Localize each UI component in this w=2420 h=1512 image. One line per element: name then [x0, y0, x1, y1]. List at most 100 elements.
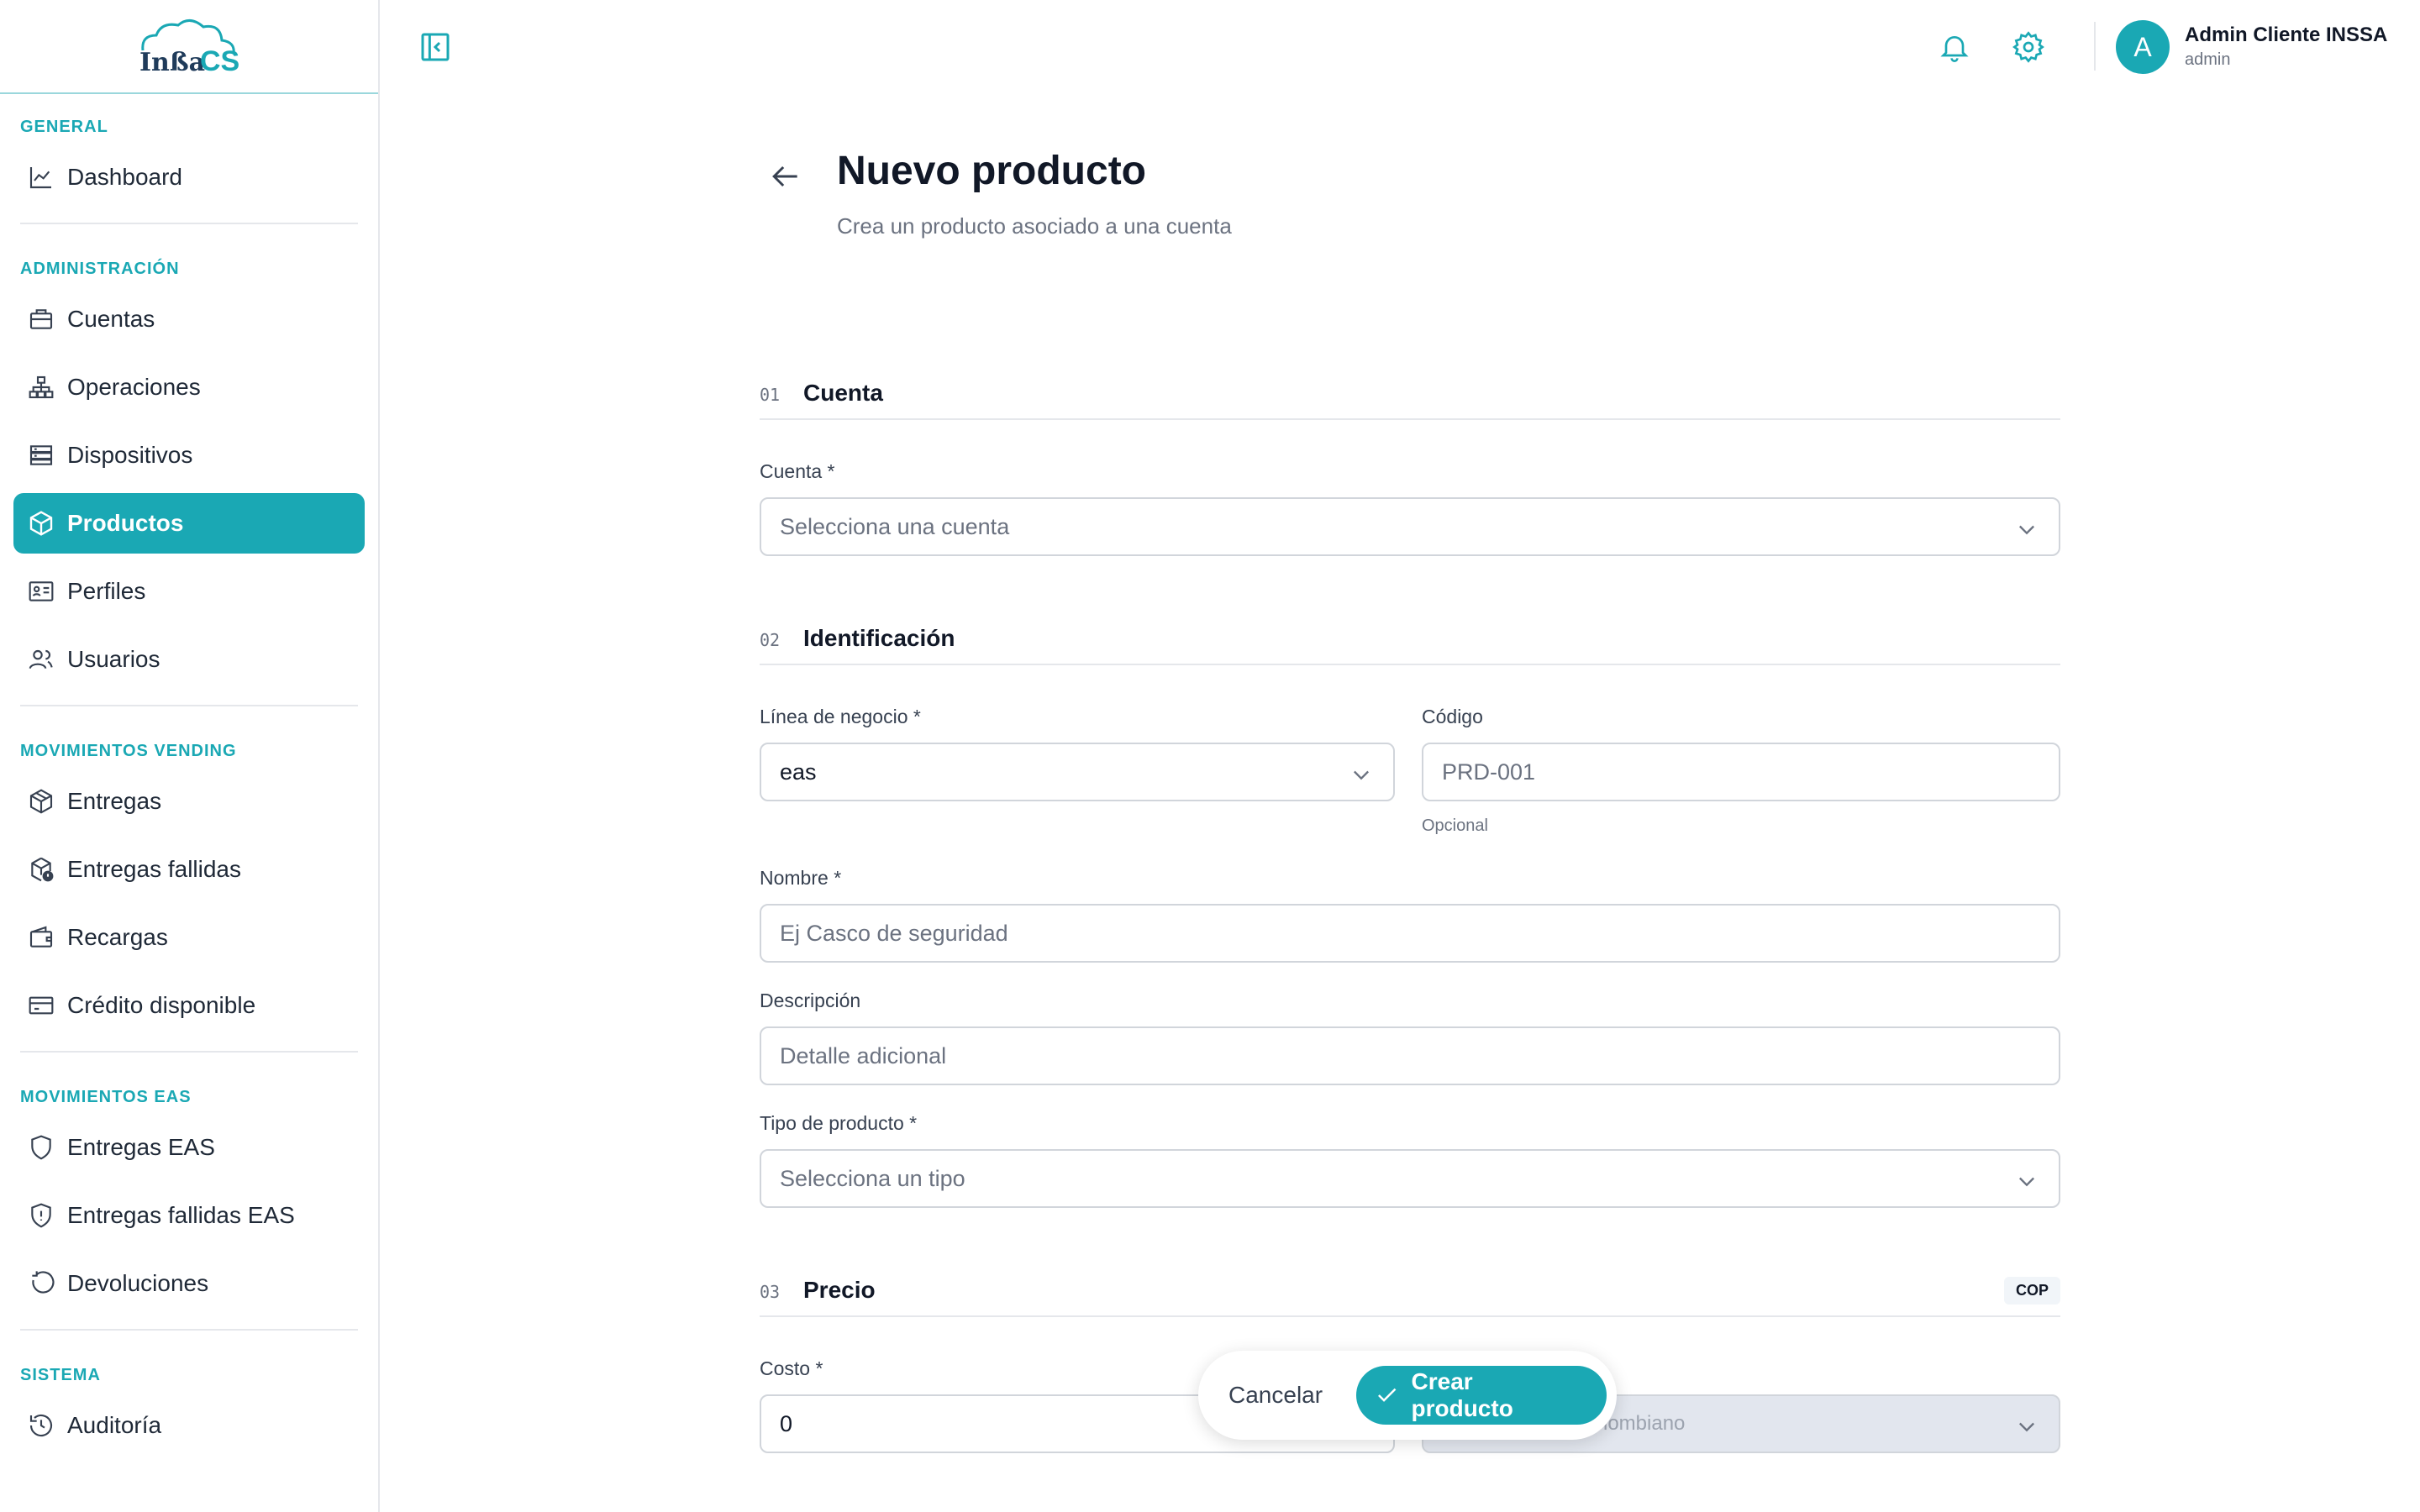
box-icon [27, 509, 55, 538]
codigo-label: Código [1422, 706, 1483, 727]
sidebar-item-label: Devoluciones [67, 1270, 209, 1296]
linea-negocio-value: eas [780, 759, 817, 785]
sidebar-item-operaciones[interactable]: Operaciones [13, 357, 365, 417]
sidebar-item-dispositivos[interactable]: Dispositivos [13, 425, 365, 486]
sidebar-item-label: Operaciones [67, 374, 201, 400]
package-alert-icon [27, 855, 55, 884]
chevron-down-icon [2019, 1422, 2034, 1432]
section-label-vending: MOVIMIENTOS VENDING [20, 742, 237, 760]
package-icon [27, 787, 55, 816]
section-header-cuenta: 01 Cuenta [760, 368, 2060, 420]
brand-logo[interactable]: Inßa CS [134, 17, 244, 76]
cuenta-label: Cuenta * [760, 460, 835, 482]
wallet-icon [27, 923, 55, 952]
linea-negocio-label: Línea de negocio * [760, 706, 921, 727]
gear-icon[interactable] [2012, 30, 2045, 64]
sidebar-item-productos[interactable]: Productos [13, 493, 365, 554]
shield-icon [27, 1133, 55, 1162]
create-product-button[interactable]: Crear producto [1356, 1366, 1607, 1425]
sidebar-item-label: Usuarios [67, 646, 160, 672]
briefcase-icon [27, 305, 55, 333]
sidebar-item-label: Entregas fallidas [67, 856, 242, 882]
sidebar-item-auditoria[interactable]: Auditoría [13, 1395, 365, 1456]
divider [20, 1329, 358, 1331]
sidebar-item-devoluciones[interactable]: Devoluciones [13, 1253, 365, 1314]
sidebar-item-dashboard[interactable]: Dashboard [13, 147, 365, 207]
sidebar-item-label: Cuentas [67, 306, 155, 332]
descripcion-placeholder: Detalle adicional [780, 1042, 947, 1068]
descripcion-input[interactable]: Detalle adicional [760, 1026, 2060, 1085]
sidebar-item-cuentas[interactable]: Cuentas [13, 289, 365, 349]
cuenta-select[interactable]: Selecciona una cuenta [760, 497, 2060, 556]
section-title: Cuenta [803, 380, 883, 406]
users-icon [27, 645, 55, 674]
section-number: 03 [760, 1282, 781, 1302]
floating-action-bar: Cancelar Crear producto [1198, 1351, 1617, 1440]
tipo-producto-value: Selecciona un tipo [780, 1165, 965, 1191]
history-icon [27, 1411, 55, 1440]
svg-text:CS: CS [200, 45, 239, 76]
section-title: Identificación [803, 625, 955, 651]
section-header-precio: 03 Precio COP [760, 1265, 2060, 1317]
create-product-label: Crear producto [1411, 1368, 1513, 1421]
codigo-hint: Opcional [1422, 816, 1488, 835]
nav-section-general: GENERAL Dashboard ADMINISTRACIÓN Cuentas… [0, 94, 378, 1456]
cuenta-select-value: Selecciona una cuenta [780, 513, 1010, 539]
tipo-producto-label: Tipo de producto * [760, 1112, 918, 1134]
chart-line-icon [27, 163, 55, 192]
sidebar-item-entregas-eas[interactable]: Entregas EAS [13, 1117, 365, 1178]
codigo-input[interactable]: PRD-001 [1422, 743, 2060, 801]
sidebar-item-label: Dispositivos [67, 442, 193, 468]
section-number: 01 [760, 385, 781, 405]
undo-icon [27, 1269, 55, 1298]
cloud-logo-icon: Inßa CS [139, 19, 239, 76]
sidebar-item-label: Recargas [67, 924, 168, 950]
tipo-producto-select[interactable]: Selecciona un tipo [760, 1149, 2060, 1208]
linea-negocio-select[interactable]: eas [760, 743, 1395, 801]
section-header-identificacion: 02 Identificación [760, 613, 2060, 665]
section-number: 02 [760, 630, 781, 650]
sidebar-item-label: Perfiles [67, 578, 146, 604]
page-subtitle: Crea un producto asociado a una cuenta [837, 213, 1232, 239]
user-name[interactable]: Admin Cliente INSSA [2185, 24, 2387, 47]
section-label-administracion: ADMINISTRACIÓN [20, 260, 180, 278]
avatar[interactable]: A [2116, 20, 2170, 74]
server-icon [27, 441, 55, 470]
nombre-input[interactable]: Ej Casco de seguridad [760, 904, 2060, 963]
divider [20, 1051, 358, 1053]
hierarchy-icon [27, 373, 55, 402]
shield-alert-icon [27, 1201, 55, 1230]
sidebar-item-perfiles[interactable]: Perfiles [13, 561, 365, 622]
section-label-general: GENERAL [20, 118, 108, 136]
chevron-down-icon [1354, 770, 1369, 780]
sidebar-toggle-icon[interactable] [418, 30, 452, 64]
sidebar-item-label: Auditoría [67, 1412, 162, 1438]
chevron-down-icon [2019, 525, 2034, 535]
chevron-down-icon [2019, 1177, 2034, 1187]
sidebar-item-label: Crédito disponible [67, 992, 256, 1018]
logo-area: Inßa CS [0, 0, 378, 94]
nombre-label: Nombre * [760, 867, 842, 889]
divider [20, 705, 358, 706]
sidebar-item-entregas[interactable]: Entregas [13, 771, 365, 832]
costo-label: Costo * [760, 1357, 823, 1379]
id-card-icon [27, 577, 55, 606]
section-label-eas: MOVIMIENTOS EAS [20, 1088, 192, 1106]
sidebar-item-entregas-fallidas[interactable]: Entregas fallidas [13, 839, 365, 900]
divider [20, 223, 358, 224]
nombre-placeholder: Ej Casco de seguridad [780, 920, 1008, 946]
sidebar-item-credito[interactable]: Crédito disponible [13, 975, 365, 1036]
costo-value: 0 [780, 1410, 793, 1436]
svg-text:Inßa: Inßa [139, 48, 205, 76]
currency-badge: COP [2003, 1277, 2060, 1305]
codigo-placeholder: PRD-001 [1442, 759, 1536, 785]
page-title: Nuevo producto [837, 149, 1146, 193]
bell-icon[interactable] [1938, 30, 1971, 64]
sidebar-item-usuarios[interactable]: Usuarios [13, 629, 365, 690]
sidebar-item-recargas[interactable]: Recargas [13, 907, 365, 968]
cancel-button[interactable]: Cancelar [1228, 1382, 1323, 1409]
back-arrow-icon[interactable] [766, 158, 803, 195]
user-role: admin [2185, 50, 2231, 69]
sidebar-item-entregas-fallidas-eas[interactable]: Entregas fallidas EAS [13, 1185, 365, 1246]
sidebar-item-label: Productos [67, 510, 184, 536]
